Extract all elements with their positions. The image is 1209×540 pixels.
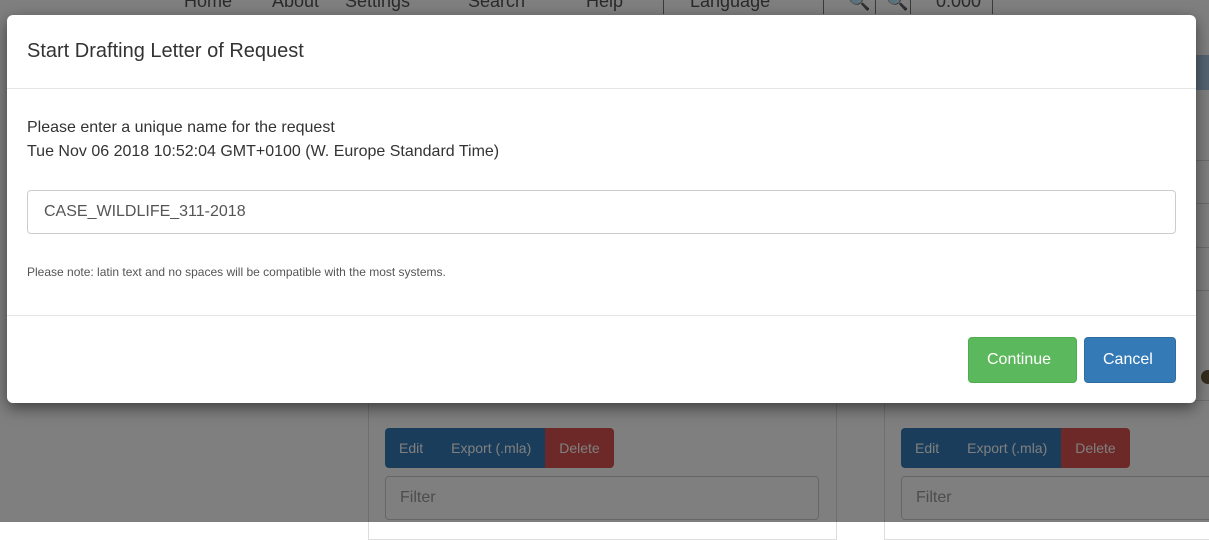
compatibility-note: Please note: latin text and no spaces wi… [27,265,446,279]
modal-header: Start Drafting Letter of Request [7,15,1196,89]
cancel-button[interactable]: Cancel [1084,337,1176,383]
modal-footer: Continue Cancel [7,315,1196,403]
start-drafting-dialog: Start Drafting Letter of Request Please … [7,15,1196,403]
prompt-timestamp: Tue Nov 06 2018 10:52:04 GMT+0100 (W. Eu… [27,143,500,160]
modal-body: Please enter a unique name for the reque… [7,89,1196,315]
request-name-input[interactable] [27,190,1176,234]
prompt-instruction: Please enter a unique name for the reque… [27,119,335,136]
modal-title: Start Drafting Letter of Request [27,40,304,62]
prompt-text: Please enter a unique name for the reque… [27,116,499,164]
continue-button[interactable]: Continue [968,337,1077,383]
